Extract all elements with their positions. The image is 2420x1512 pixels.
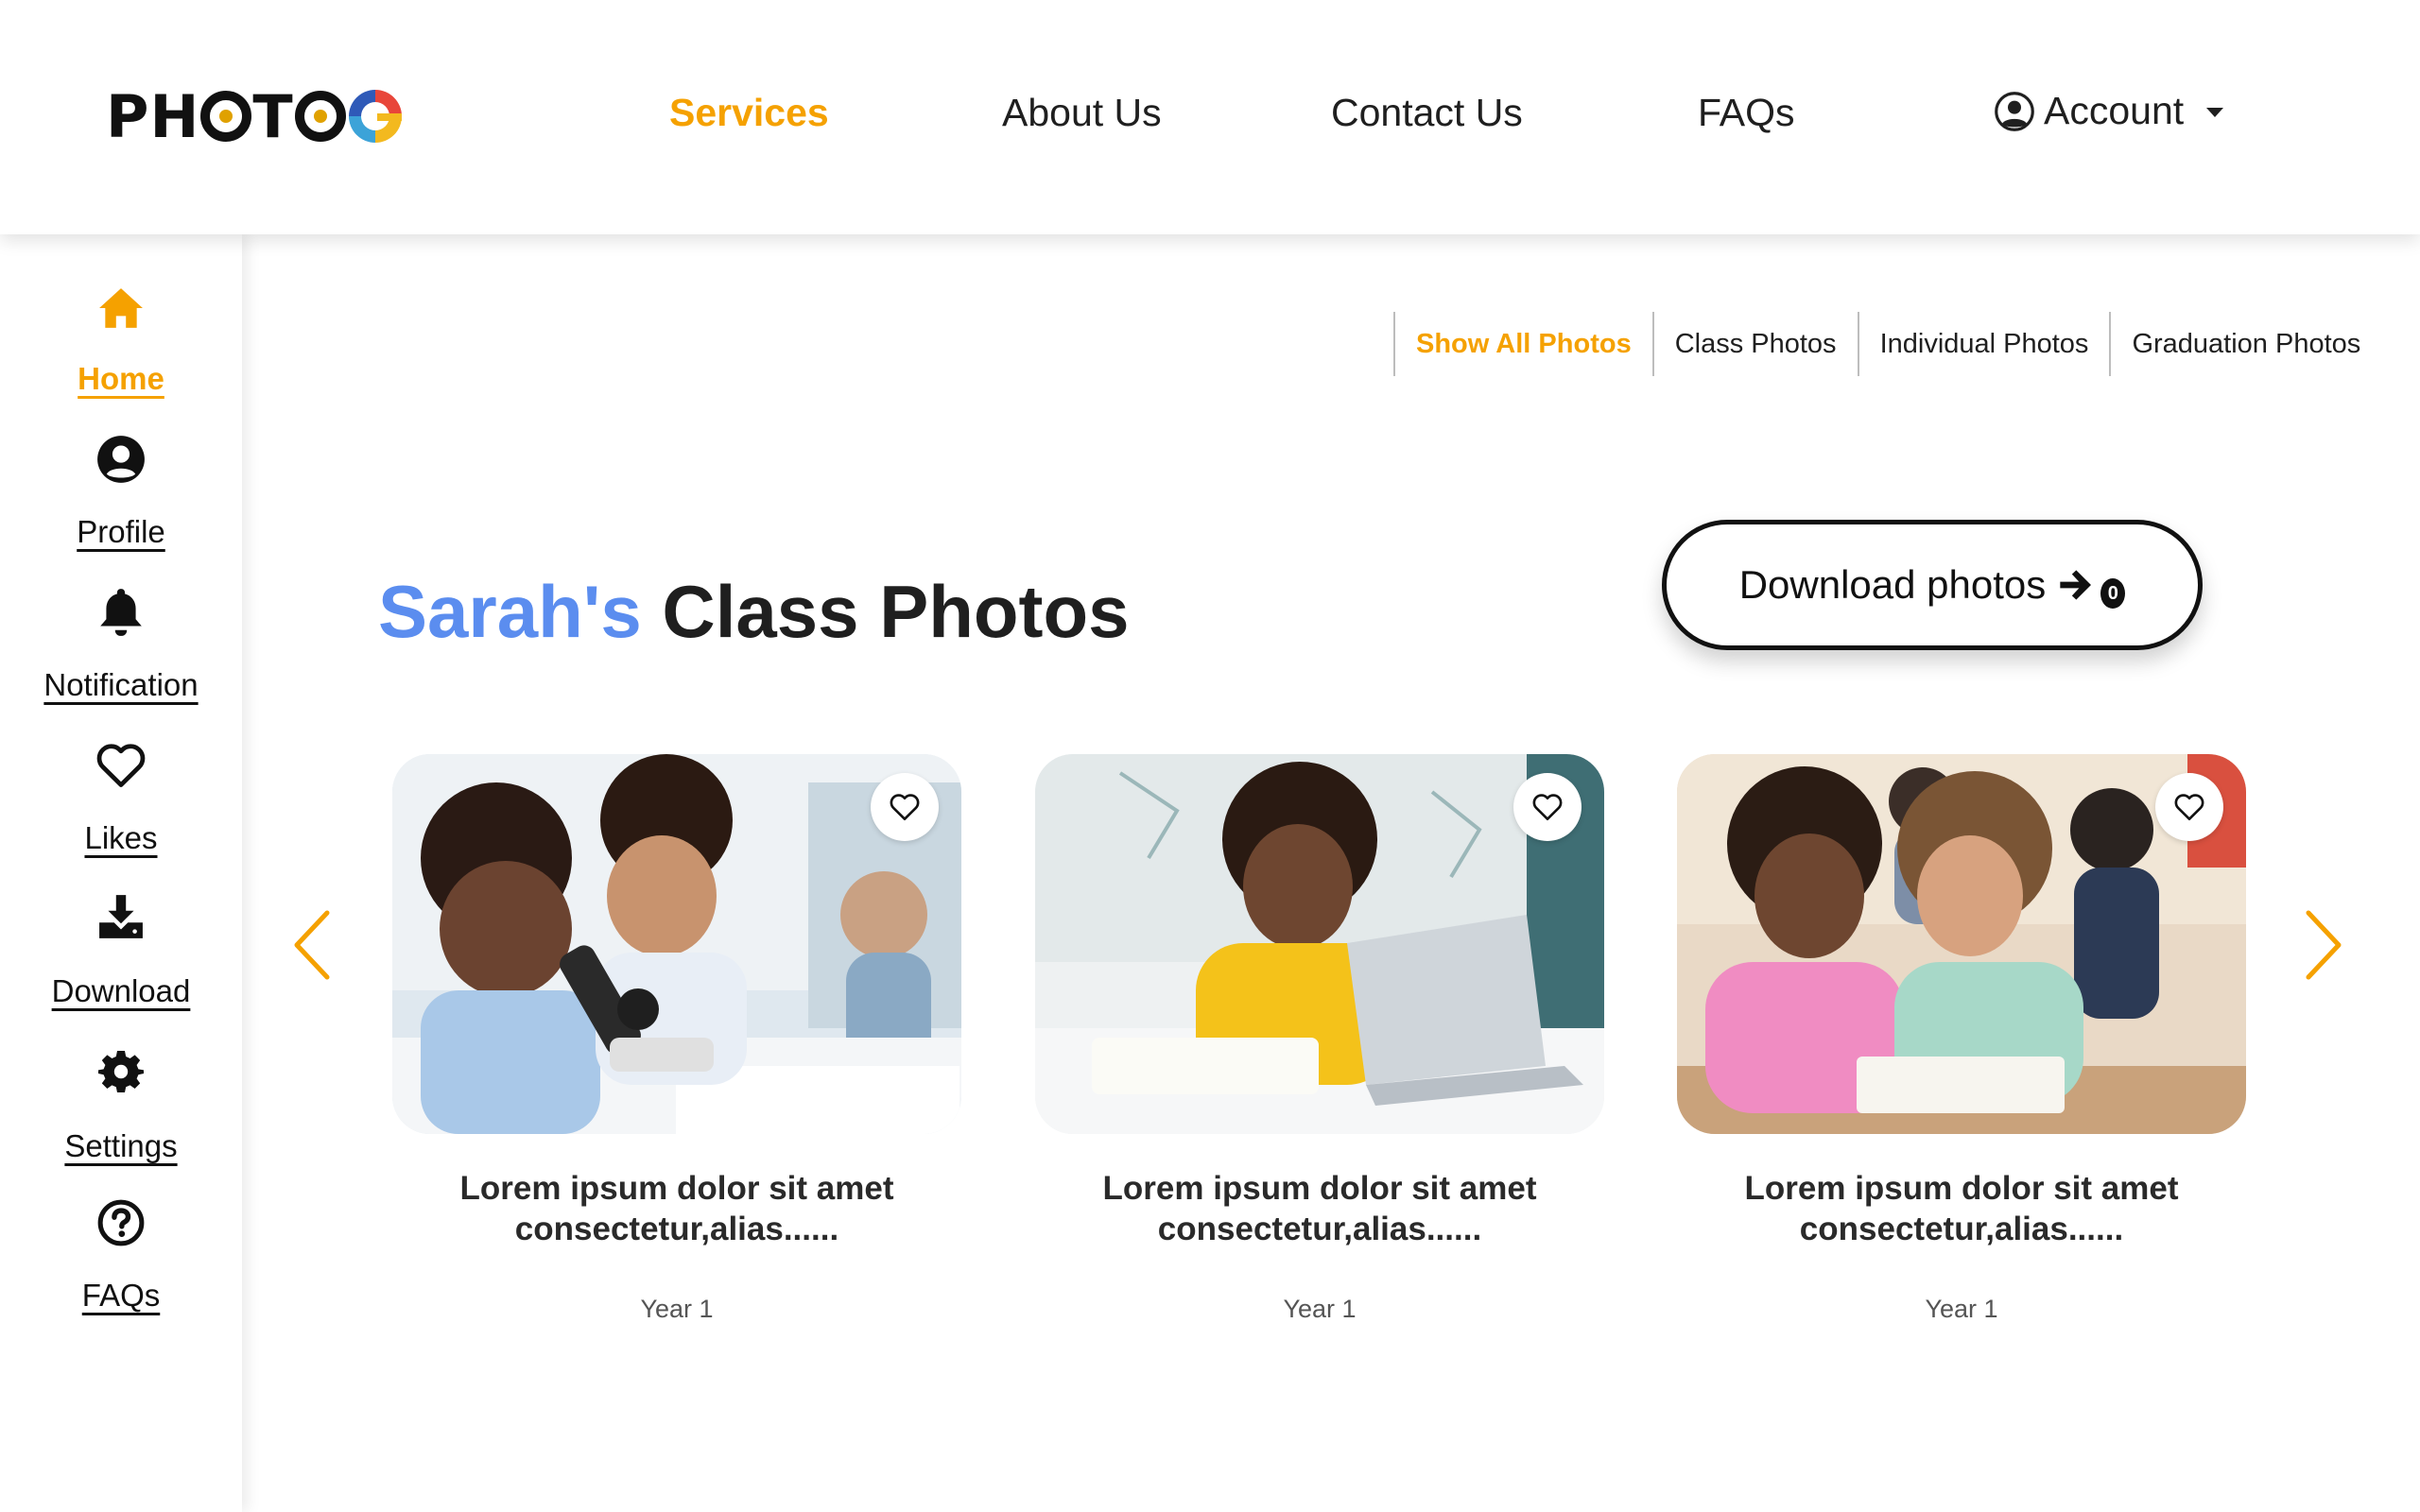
photo-card[interactable]: Lorem ipsum dolor sit amet consectetur,a… (1677, 754, 2246, 1324)
students-microscope-photo[interactable] (392, 754, 961, 1134)
like-button[interactable] (2155, 773, 2223, 841)
download-count-badge: 0 (2100, 578, 2126, 609)
student-laptop-photo[interactable] (1035, 754, 1604, 1134)
like-button[interactable] (1513, 773, 1582, 841)
heart-icon (96, 741, 146, 790)
sidebar: Home Profile Notification Likes Download… (0, 234, 242, 1512)
account-dropdown[interactable]: Account (1995, 89, 2224, 133)
sidebar-item-notification[interactable]: Notification (0, 588, 242, 702)
sidebar-item-faqs[interactable]: FAQs (0, 1198, 242, 1313)
sidebar-item-profile[interactable]: Profile (0, 435, 242, 549)
sidebar-item-label: Settings (64, 1128, 178, 1163)
photog-logo[interactable]: PH T (106, 82, 402, 151)
sidebar-item-label: Profile (77, 514, 165, 549)
nav-contact-us[interactable]: Contact Us (1331, 91, 1523, 135)
tab-class-photos[interactable]: Class Photos (1651, 312, 1858, 376)
question-circle-icon (96, 1198, 146, 1247)
page-title: Sarah's Class Photos (378, 569, 1130, 655)
nav-faqs[interactable]: FAQs (1698, 91, 1795, 135)
like-button[interactable] (871, 773, 939, 841)
heart-icon (890, 794, 920, 821)
download-icon (96, 892, 146, 941)
home-icon (96, 284, 146, 333)
photo-filter-tabs: Show All Photos Class Photos Individual … (1393, 312, 2381, 376)
logo-wordmark: PH T (106, 82, 402, 151)
heart-icon (2174, 794, 2204, 821)
carousel-next-arrow-icon[interactable] (2303, 909, 2344, 981)
photo-card[interactable]: Lorem ipsum dolor sit amet consectetur,a… (1035, 754, 1604, 1324)
sidebar-item-label: Notification (43, 667, 199, 702)
bell-icon (96, 588, 146, 637)
sidebar-item-likes[interactable]: Likes (0, 741, 242, 855)
sidebar-item-home[interactable]: Home (0, 284, 242, 396)
carousel-prev-arrow-icon[interactable] (291, 909, 333, 981)
arrow-right-icon (2060, 570, 2092, 600)
gear-icon (96, 1047, 146, 1096)
top-header: PH T Services About Us Contact Us FAQs Ac… (0, 0, 2420, 234)
download-photos-button[interactable]: Download photos 0 (1662, 520, 2203, 650)
sidebar-item-label: Download (51, 973, 191, 1008)
photo-caption: Lorem ipsum dolor sit amet consectetur,a… (1102, 1170, 1537, 1247)
sidebar-item-download[interactable]: Download (0, 892, 242, 1008)
sidebar-item-label: Home (78, 361, 164, 396)
photo-year: Year 1 (640, 1295, 714, 1323)
tab-show-all-photos[interactable]: Show All Photos (1393, 312, 1652, 376)
user-circle-icon (1995, 91, 2034, 131)
account-label: Account (2044, 89, 2185, 132)
tab-individual-photos[interactable]: Individual Photos (1857, 312, 2110, 376)
students-reading-photo[interactable] (1677, 754, 2246, 1134)
user-circle-icon (96, 435, 146, 484)
sidebar-item-settings[interactable]: Settings (0, 1047, 242, 1163)
student-name: Sarah's (378, 570, 642, 653)
photo-caption: Lorem ipsum dolor sit amet consectetur,a… (459, 1170, 894, 1247)
download-photos-label: Download photos (1738, 562, 2047, 607)
sidebar-item-label: Likes (84, 820, 158, 855)
photo-year: Year 1 (1283, 1295, 1357, 1323)
chevron-down-icon (2206, 107, 2224, 117)
photo-caption: Lorem ipsum dolor sit amet consectetur,a… (1744, 1170, 2179, 1247)
photo-card[interactable]: Lorem ipsum dolor sit amet consectetur,a… (392, 754, 961, 1324)
heart-icon (1532, 794, 1563, 821)
sidebar-item-label: FAQs (81, 1278, 161, 1313)
page-title-rest: Class Photos (662, 570, 1130, 653)
tab-graduation-photos[interactable]: Graduation Photos (2109, 312, 2381, 376)
photo-year: Year 1 (1925, 1295, 1998, 1323)
nav-about-us[interactable]: About Us (1002, 91, 1162, 135)
nav-services[interactable]: Services (669, 91, 829, 135)
